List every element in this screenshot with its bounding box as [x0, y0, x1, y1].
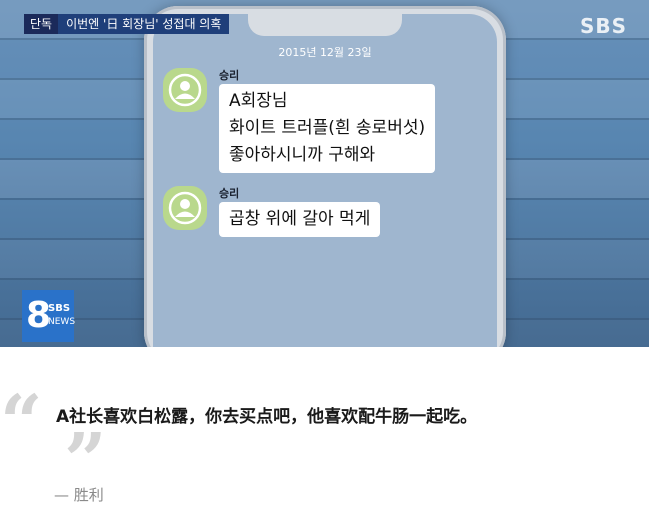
quote-text: A社长喜欢白松露，你去买点吧，他喜欢配牛肠一起吃。 — [56, 407, 478, 427]
message-line: 화이트 트러플(흰 송로버섯) — [229, 118, 426, 138]
default-profile-icon[interactable] — [163, 186, 207, 230]
sbs-news-logo: 8 SBS NEWS — [22, 290, 76, 342]
default-profile-icon[interactable] — [163, 68, 207, 112]
headline-text: 이번엔 '日 회장님' 성접대 의혹 — [58, 14, 230, 34]
message-bubble: A회장님 화이트 트러플(흰 송로버섯) 좋아하시니까 구해와 — [219, 84, 436, 173]
open-quote-icon: “ — [0, 380, 43, 466]
chat-date: 2015년 12월 23일 — [278, 46, 372, 59]
message-line: 좋아하시니까 구해와 — [229, 145, 376, 165]
channel-name: SBS — [48, 303, 71, 314]
channel-sub: NEWS — [48, 317, 76, 327]
message-line: 곱창 위에 갈아 먹게 — [229, 209, 371, 229]
phone-notch — [248, 14, 402, 36]
phone-screen: 2015년 12월 23일 승리 A회장님 화이트 트러플(흰 송로버섯) 좋아… — [153, 14, 497, 347]
sbs-logo: SBS — [579, 14, 627, 38]
news-screenshot: 2015년 12월 23일 승리 A회장님 화이트 트러플(흰 송로버섯) 좋아… — [0, 0, 649, 347]
phone-frame: 2015년 12월 23일 승리 A회장님 화이트 트러플(흰 송로버섯) 좋아… — [144, 6, 506, 347]
headline-tag: 단독 이번엔 '日 회장님' 성접대 의혹 — [24, 14, 230, 34]
message-sender: 승리 — [219, 187, 240, 200]
quote-author: — 胜利 — [54, 486, 104, 504]
channel-number: 8 — [26, 295, 52, 336]
message-bubble: 곱창 위에 갈아 먹게 — [219, 202, 381, 237]
exclusive-badge: 단독 — [24, 14, 59, 34]
message-line: A회장님 — [229, 91, 288, 111]
message-sender: 승리 — [219, 69, 240, 82]
